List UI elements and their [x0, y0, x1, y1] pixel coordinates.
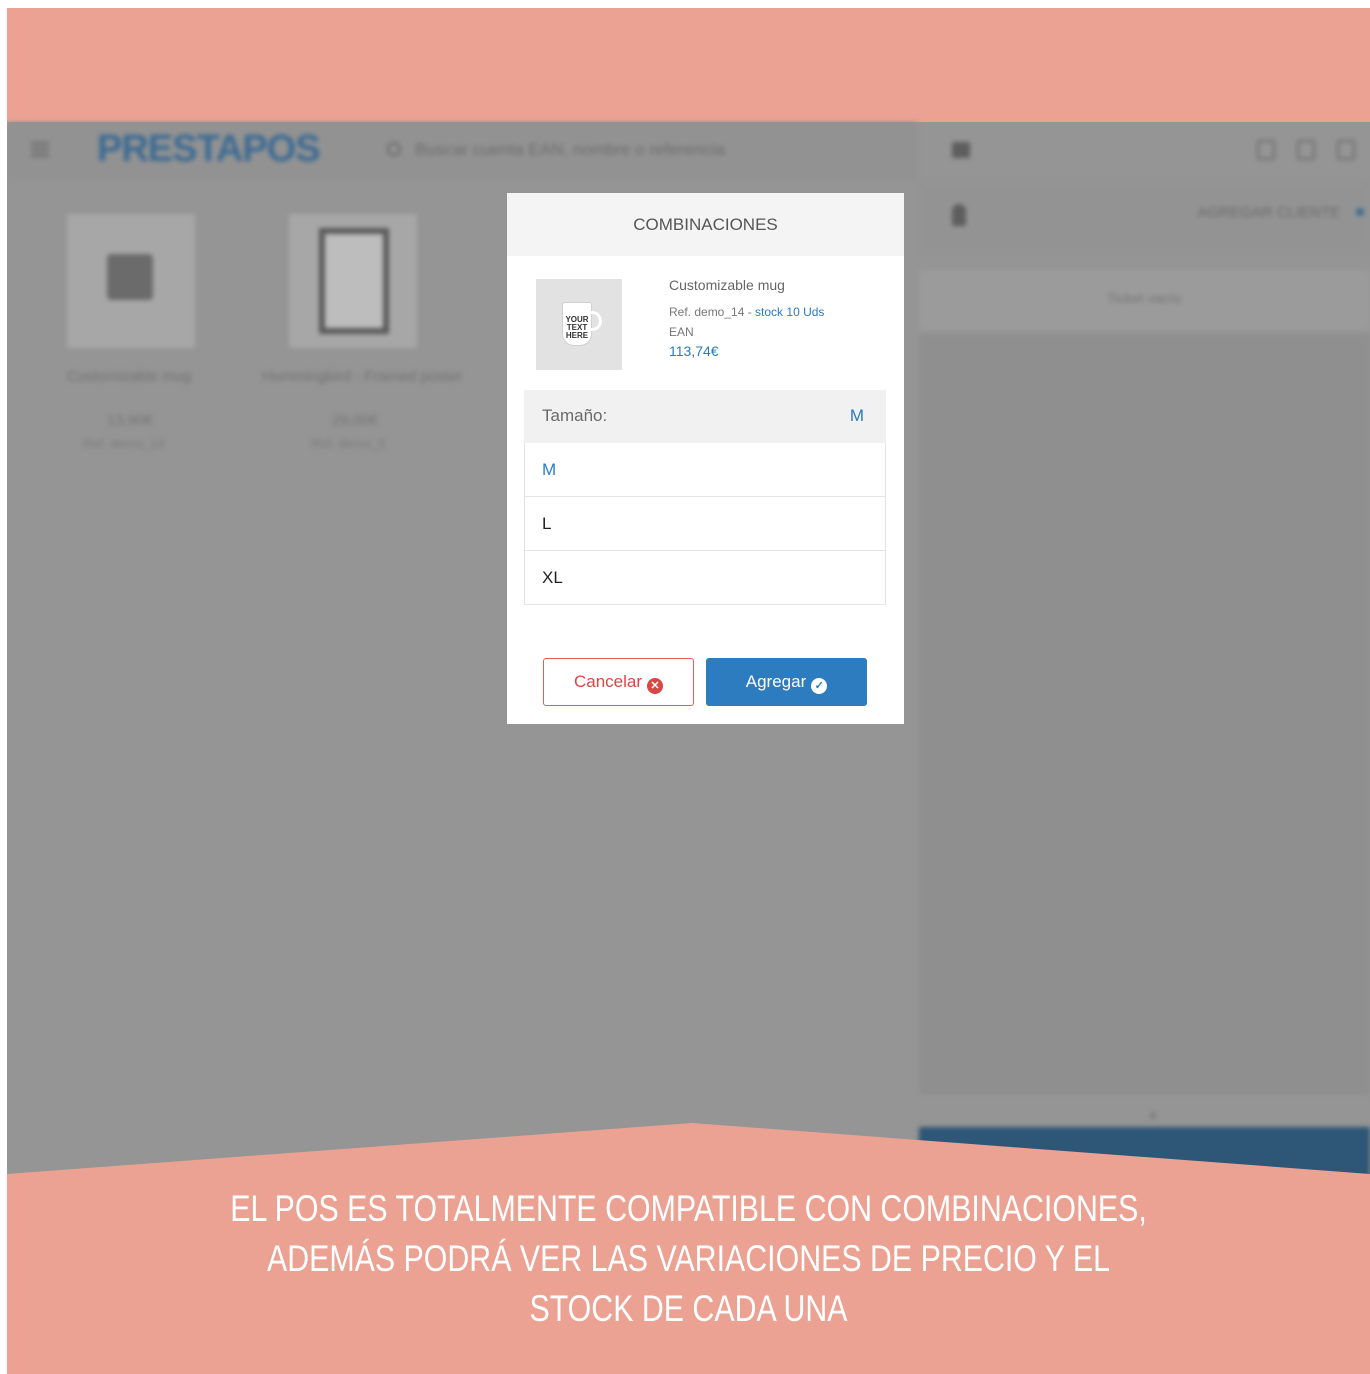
option-label: L — [542, 514, 552, 533]
product-card[interactable] — [289, 214, 417, 348]
combinations-modal: COMBINACIONES YOUR TEXT HERE Customizabl… — [507, 193, 904, 724]
option-l[interactable]: L — [524, 497, 886, 551]
cart-icon[interactable] — [952, 142, 970, 158]
product-price: 29,00€ — [332, 412, 378, 429]
poster-image — [319, 228, 389, 334]
option-label: M — [542, 460, 557, 479]
top-banner — [7, 8, 1370, 122]
product-card[interactable] — [67, 214, 195, 348]
ticket-panel — [919, 334, 1370, 1094]
attribute-selected-value: M — [849, 406, 864, 425]
hamburger-icon[interactable] — [31, 142, 49, 158]
product-ean: EAN — [669, 325, 694, 339]
product-name: Customizable mug — [669, 277, 785, 293]
caption-line-1: EL POS ES TOTALMENTE COMPATIBLE CON COMB… — [230, 1188, 1147, 1229]
cancel-button[interactable]: Cancelar ✕ — [543, 658, 694, 706]
add-client-button[interactable]: AGREGAR CLIENTE — [1197, 204, 1340, 221]
promo-frame: PRESTAPOS Buscar cuenta EAN, nombre o re… — [7, 8, 1370, 1374]
mug-image — [107, 254, 153, 300]
caption-line-2: ADEMÁS PODRÁ VER LAS VARIACIONES DE PREC… — [266, 1238, 1111, 1279]
product-price: 13,90€ — [107, 412, 153, 429]
pay-button[interactable] — [919, 1127, 1370, 1187]
mug-handle — [590, 311, 602, 331]
add-label: Agregar — [745, 672, 807, 691]
product-name: Hummingbird - Framed poster — [262, 368, 463, 385]
product-stock: stock 10 Uds — [755, 305, 825, 319]
modal-title: COMBINACIONES — [633, 215, 778, 234]
promo-caption: EL POS ES TOTALMENTE COMPATIBLE CON COMB… — [130, 1184, 1248, 1334]
search-icon — [387, 142, 401, 156]
attribute-group-header[interactable]: Tamaño: M — [524, 390, 886, 443]
product-price: 113,74€ — [669, 343, 719, 359]
x-circle-icon: ✕ — [647, 678, 664, 694]
search-input[interactable]: Buscar cuenta EAN, nombre o referencia — [415, 140, 725, 160]
user-icon — [952, 204, 966, 226]
product-ref: Ref. demo_5 — [311, 436, 386, 451]
chevron-up-icon[interactable]: ▲ — [1147, 1107, 1159, 1121]
mug-print-text: YOUR TEXT HERE — [565, 315, 589, 340]
ticket-empty-label: Ticket vacío — [1107, 290, 1182, 306]
product-thumbnail: YOUR TEXT HERE — [536, 279, 622, 370]
plus-icon[interactable] — [1356, 208, 1364, 216]
option-xl[interactable]: XL — [524, 551, 886, 605]
attribute-label: Tamaño: — [542, 406, 608, 425]
menu-icon[interactable] — [1337, 140, 1355, 160]
product-name: Customizable mug — [67, 368, 192, 385]
option-m[interactable]: M — [524, 443, 886, 497]
option-label: XL — [542, 568, 563, 587]
modal-header: COMBINACIONES — [507, 193, 904, 256]
add-button[interactable]: Agregar ✓ — [706, 658, 867, 706]
product-ref: Ref. demo_14 — [83, 436, 165, 451]
check-circle-icon: ✓ — [811, 678, 828, 694]
app-logo: PRESTAPOS — [97, 128, 321, 170]
settings-icon[interactable] — [1297, 140, 1315, 160]
caption-line-3: STOCK DE CADA UNA — [529, 1288, 848, 1329]
cancel-label: Cancelar — [573, 672, 643, 691]
product-ref-text: Ref. demo_14 - — [669, 305, 756, 319]
print-icon[interactable] — [1257, 140, 1275, 160]
product-ref: Ref. demo_14 - stock 10 Uds — [669, 305, 824, 319]
